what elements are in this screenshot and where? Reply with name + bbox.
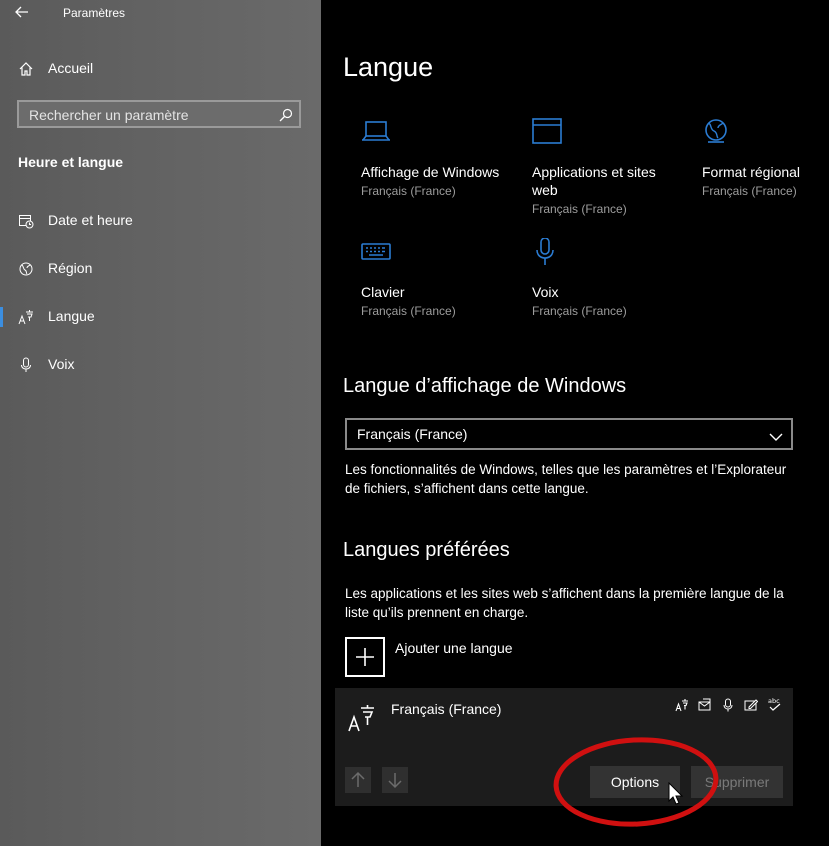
- home-label: Accueil: [48, 60, 94, 76]
- sidebar-item-language[interactable]: Langue: [0, 297, 321, 337]
- section-title: Heure et langue: [18, 154, 124, 170]
- sidebar-item-home[interactable]: Accueil: [0, 49, 321, 89]
- preferred-languages-description: Les applications et les sites web s’affi…: [345, 586, 784, 620]
- tile-subtitle: Français (France): [361, 184, 456, 198]
- home-icon: [18, 61, 34, 77]
- tile-subtitle: Français (France): [532, 304, 627, 318]
- laptop-icon: [362, 121, 390, 141]
- sidebar-item-label: Région: [48, 260, 93, 276]
- display-language-heading: Langue d’affichage de Windows: [343, 375, 627, 397]
- tile-title: Clavier: [361, 284, 405, 300]
- microphone-icon: [18, 357, 34, 373]
- highlight-ellipse: [553, 737, 719, 827]
- sidebar-item-region[interactable]: Région: [0, 249, 321, 289]
- add-language-button[interactable]: [345, 637, 385, 677]
- arrow-up-icon: [351, 771, 365, 787]
- date-time-icon: [18, 213, 34, 229]
- display-language-feature-icon: [675, 698, 689, 717]
- display-language-description: Les fonctionnalités de Windows, telles q…: [345, 462, 787, 496]
- preferred-languages-heading: Langues préférées: [343, 539, 510, 561]
- main-content: Langue Affichage de Windows Français (Fr…: [321, 0, 829, 846]
- move-up-button[interactable]: [345, 767, 371, 793]
- tile-title: Format régional: [702, 164, 801, 180]
- globe-icon: [705, 119, 727, 143]
- text-to-speech-feature-icon: [698, 698, 712, 717]
- region-globe-icon: [18, 261, 34, 277]
- microphone-icon: [536, 237, 554, 265]
- sidebar-item-date-time[interactable]: Date et heure: [0, 201, 321, 241]
- search-icon[interactable]: [279, 108, 293, 127]
- selected-indicator: [0, 307, 3, 327]
- tile-voice[interactable]: Voix Français (France): [532, 237, 702, 318]
- tile-subtitle: Français (France): [361, 304, 456, 318]
- sidebar: Paramètres Accueil Rechercher un paramèt…: [0, 0, 321, 846]
- tile-title: Voix: [532, 284, 559, 300]
- sidebar-item-label: Langue: [48, 308, 95, 324]
- display-language-value: Français (France): [357, 426, 468, 442]
- tile-title: Affichage de Windows: [361, 164, 500, 180]
- app-title: Paramètres: [63, 6, 126, 20]
- search-placeholder: Rechercher un paramètre: [29, 107, 189, 123]
- keyboard-icon: [361, 243, 391, 260]
- tile-subtitle: Français (France): [702, 184, 797, 198]
- sidebar-item-label: Voix: [48, 356, 75, 372]
- language-icon: [18, 309, 34, 325]
- spellcheck-feature-icon: abc: [767, 696, 783, 717]
- tile-regional-format[interactable]: Format régional Français (France): [702, 118, 827, 198]
- move-down-button[interactable]: [382, 767, 408, 793]
- sidebar-item-voice[interactable]: Voix: [0, 345, 321, 385]
- plus-icon: [356, 648, 374, 666]
- speech-recognition-feature-icon: [721, 698, 735, 717]
- tile-windows-display[interactable]: Affichage de Windows Français (France): [361, 118, 531, 198]
- svg-text:abc: abc: [768, 697, 780, 705]
- back-button[interactable]: [14, 4, 38, 24]
- sidebar-item-label: Date et heure: [48, 212, 133, 228]
- mouse-cursor-icon: [668, 782, 684, 805]
- tile-apps-websites[interactable]: Applications et sites web Français (Fran…: [532, 118, 682, 216]
- window-icon: [532, 118, 562, 144]
- tile-title: Applications et sites web: [532, 164, 656, 198]
- tile-keyboard[interactable]: Clavier Français (France): [361, 238, 531, 318]
- search-input[interactable]: Rechercher un paramètre: [17, 100, 301, 128]
- back-arrow-icon: [15, 6, 28, 18]
- language-icon: [347, 703, 377, 738]
- handwriting-feature-icon: [744, 698, 759, 717]
- tile-subtitle: Français (France): [532, 202, 627, 216]
- add-language-label[interactable]: Ajouter une langue: [395, 640, 513, 656]
- page-title: Langue: [343, 52, 434, 82]
- arrow-down-icon: [388, 773, 402, 789]
- language-name: Français (France): [391, 701, 502, 717]
- chevron-down-icon: [769, 429, 783, 447]
- display-language-select[interactable]: Français (France): [345, 418, 793, 450]
